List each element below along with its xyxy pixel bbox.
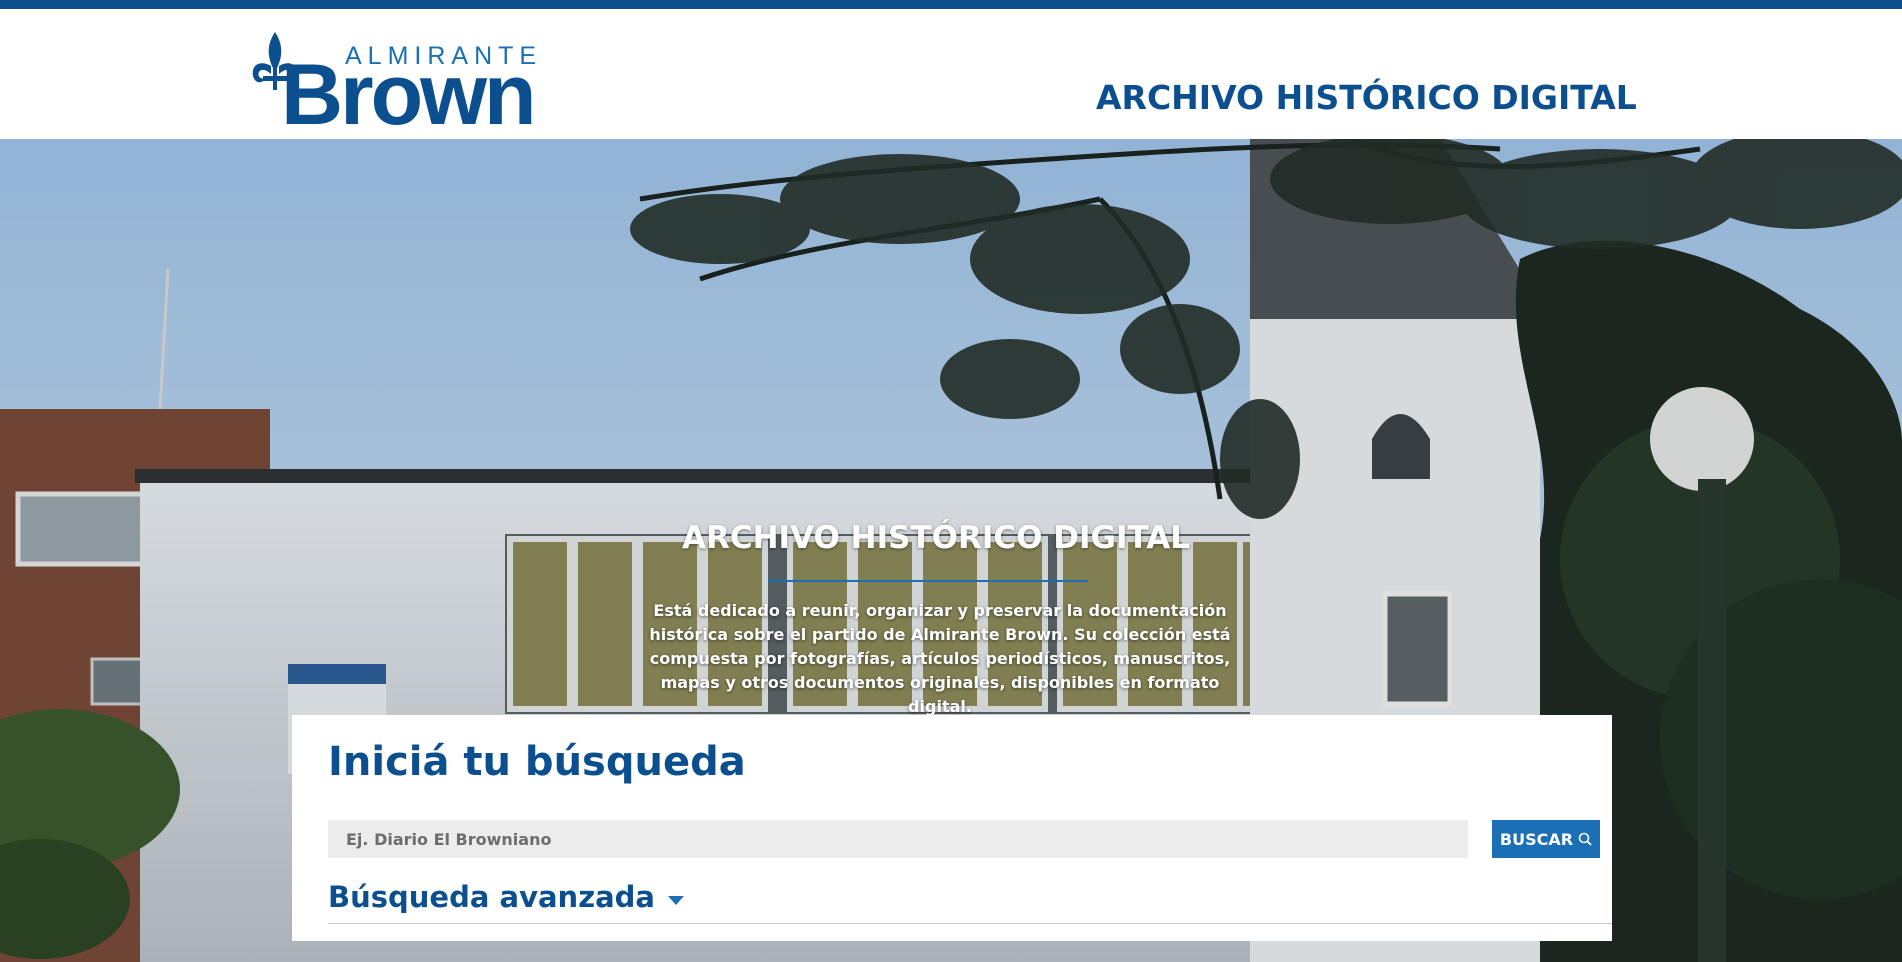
search-input[interactable]: [328, 820, 1468, 858]
hero-title: ARCHIVO HISTÓRICO DIGITAL: [681, 520, 1191, 556]
search-panel: Iniciá tu búsqueda BUSCAR Búsqueda avanz…: [292, 715, 1612, 941]
caret-down-icon: [667, 896, 684, 905]
site-logo[interactable]: ALMIRANTE Brown: [249, 26, 539, 138]
advanced-search-divider: [328, 923, 1612, 924]
logo-main-text: Brown: [281, 47, 537, 143]
top-accent-bar: [0, 0, 1902, 9]
search-button[interactable]: BUSCAR: [1492, 820, 1600, 858]
advanced-search-label: Búsqueda avanzada: [328, 880, 655, 914]
header-title: ARCHIVO HISTÓRICO DIGITAL: [1096, 78, 1637, 117]
site-header: ALMIRANTE Brown ARCHIVO HISTÓRICO DIGITA…: [0, 9, 1902, 139]
search-button-label: BUSCAR: [1499, 829, 1574, 849]
advanced-search-toggle[interactable]: Búsqueda avanzada: [328, 880, 685, 914]
search-heading: Iniciá tu búsqueda: [328, 739, 746, 785]
search-icon: [1578, 832, 1592, 846]
hero-divider: [768, 580, 1088, 582]
hero-description: Está dedicado a reunir, organizar y pres…: [649, 601, 1231, 716]
